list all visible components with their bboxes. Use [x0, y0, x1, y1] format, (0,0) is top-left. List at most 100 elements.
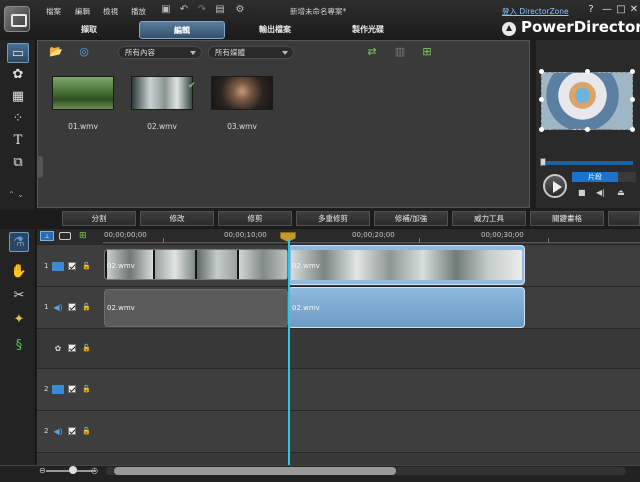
track-lock-icon[interactable]: 🔓 [82, 427, 91, 435]
room-scroll-arrows-icon[interactable]: ⌃ ⌄ [8, 190, 24, 199]
resize-handle[interactable] [585, 127, 590, 132]
library-details-icon[interactable]: ▥ [392, 45, 408, 59]
track-manager-icon[interactable]: ⊞ [79, 231, 87, 241]
play-button[interactable] [543, 174, 567, 198]
magic-wand-icon[interactable]: ✦ [9, 310, 29, 330]
track-enable-checkbox[interactable] [68, 344, 76, 352]
download-media-icon[interactable]: ◎ [76, 45, 92, 59]
media-filter-value: 所有媒體 [215, 48, 245, 57]
audio-track-2[interactable] [37, 410, 640, 452]
resize-handle[interactable] [585, 69, 590, 74]
media-thumbnail-03[interactable] [211, 76, 273, 110]
multi-trim-button[interactable]: 多重修剪 [296, 211, 370, 226]
media-label-03[interactable]: 03.wmv [211, 122, 273, 131]
preview-video-frame[interactable] [541, 72, 633, 130]
trim-button[interactable]: 修剪 [218, 211, 292, 226]
tab-edit[interactable]: 編輯 [139, 21, 225, 39]
menu-playback[interactable]: 播放 [131, 6, 146, 17]
capture-frame-icon[interactable]: ▤ [214, 4, 226, 16]
video-track-2[interactable] [37, 368, 640, 410]
menu-view[interactable]: 檢視 [103, 6, 118, 17]
more-edit-button[interactable] [608, 211, 640, 226]
track-enable-checkbox[interactable] [68, 303, 76, 311]
track-number: 1 [44, 303, 49, 311]
track-lock-icon[interactable]: 🔓 [82, 303, 91, 311]
save-icon[interactable]: ▣ [160, 4, 172, 16]
ruler-tick [548, 238, 549, 243]
hand-tool-icon[interactable]: ✋ [9, 262, 29, 282]
media-label-02[interactable]: 02.wmv [131, 122, 193, 131]
timeline-scrollbar-thumb[interactable] [114, 467, 396, 475]
library-menu-icon[interactable]: ⇄ [364, 45, 380, 59]
fit-timeline-icon[interactable]: ◷ [91, 466, 98, 475]
preview-scrub-bar[interactable] [541, 161, 633, 165]
import-folder-icon[interactable]: 📂 [48, 45, 64, 59]
keyframe-button[interactable]: 關鍵畫格 [530, 211, 604, 226]
maximize-button[interactable]: □ [614, 3, 628, 17]
content-filter-value: 所有內容 [125, 48, 155, 57]
track-lock-icon[interactable]: 🔓 [82, 344, 91, 352]
title-room-icon[interactable]: T [7, 131, 29, 151]
resize-handle[interactable] [539, 127, 544, 132]
media-room-icon[interactable]: ▭ [7, 43, 29, 63]
ruler-tick [163, 238, 164, 243]
track-enable-checkbox[interactable] [68, 262, 76, 270]
snapshot-icon[interactable]: ⏏ [617, 188, 625, 197]
storyboard-view-icon[interactable] [59, 232, 71, 240]
particle-room-icon[interactable]: ⁘ [7, 109, 29, 129]
settings-gear-icon[interactable]: ⚙ [234, 4, 246, 16]
cut-tool-icon[interactable]: ✂ [9, 286, 29, 306]
help-button[interactable]: ? [584, 3, 598, 17]
pip-room-icon[interactable]: ▦ [7, 87, 29, 107]
track-enable-checkbox[interactable] [68, 427, 76, 435]
audio-clip-selected[interactable] [288, 287, 525, 328]
transition-room-icon[interactable]: ⧉ [7, 153, 29, 173]
modify-button[interactable]: 修改 [140, 211, 214, 226]
media-thumbnail-01[interactable] [52, 76, 114, 110]
magic-movie-icon[interactable]: ⚗ [9, 232, 29, 252]
stop-icon[interactable]: ■ [578, 188, 586, 197]
previous-frame-icon[interactable]: ◀| [596, 188, 605, 197]
zoom-slider-knob[interactable] [69, 466, 77, 474]
track-lock-icon[interactable]: 🔓 [82, 385, 91, 393]
power-tools-button[interactable]: 威力工具 [452, 211, 526, 226]
effect-room-icon[interactable]: ✿ [7, 65, 29, 85]
audio-tool-icon[interactable]: § [9, 336, 29, 356]
resize-handle[interactable] [539, 69, 544, 74]
menu-file[interactable]: 檔案 [46, 6, 61, 17]
menu-edit[interactable]: 編輯 [75, 6, 90, 17]
content-filter-dropdown[interactable]: 所有內容 [118, 46, 202, 59]
app-icon[interactable] [4, 6, 30, 32]
tab-produce[interactable]: 輸出檔案 [232, 21, 318, 39]
resize-handle[interactable] [630, 127, 635, 132]
tab-create-disc[interactable]: 製作光碟 [325, 21, 411, 39]
playhead-line[interactable] [288, 240, 290, 466]
video-clip-selected[interactable] [288, 245, 525, 285]
clip-mode-button[interactable]: 片段 [572, 172, 618, 182]
media-label-01[interactable]: 01.wmv [52, 122, 114, 131]
library-collapse-handle[interactable] [37, 156, 43, 178]
redo-icon[interactable]: ↷ [196, 4, 208, 16]
zoom-out-icon[interactable]: ⊖ [39, 466, 46, 475]
thumbnail-view-icon[interactable]: ⊞ [419, 45, 435, 59]
resize-handle[interactable] [630, 97, 635, 102]
media-thumbnail-02[interactable] [131, 76, 193, 110]
undo-icon[interactable]: ↶ [178, 4, 190, 16]
close-button[interactable]: ✕ [627, 3, 640, 17]
preview-scrub-knob[interactable] [540, 158, 546, 166]
effect-track[interactable] [37, 328, 640, 368]
login-directorzone-link[interactable]: 登入 DirectorZone [502, 6, 569, 17]
clip-frame [155, 250, 195, 279]
tab-capture[interactable]: 擷取 [46, 21, 132, 39]
minimize-button[interactable]: — [600, 3, 614, 17]
media-filter-dropdown[interactable]: 所有媒體 [208, 46, 294, 59]
track-enable-checkbox[interactable] [68, 385, 76, 393]
track-lock-icon[interactable]: 🔓 [82, 262, 91, 270]
resize-handle[interactable] [539, 97, 544, 102]
effect-track-icon: ✿ [54, 344, 62, 353]
resize-handle[interactable] [630, 69, 635, 74]
timeline-view-icon[interactable]: ⊥ [40, 231, 54, 241]
split-button[interactable]: 分割 [62, 211, 136, 226]
fix-enhance-button[interactable]: 修補/加強 [374, 211, 448, 226]
movie-mode-button[interactable] [618, 172, 636, 182]
